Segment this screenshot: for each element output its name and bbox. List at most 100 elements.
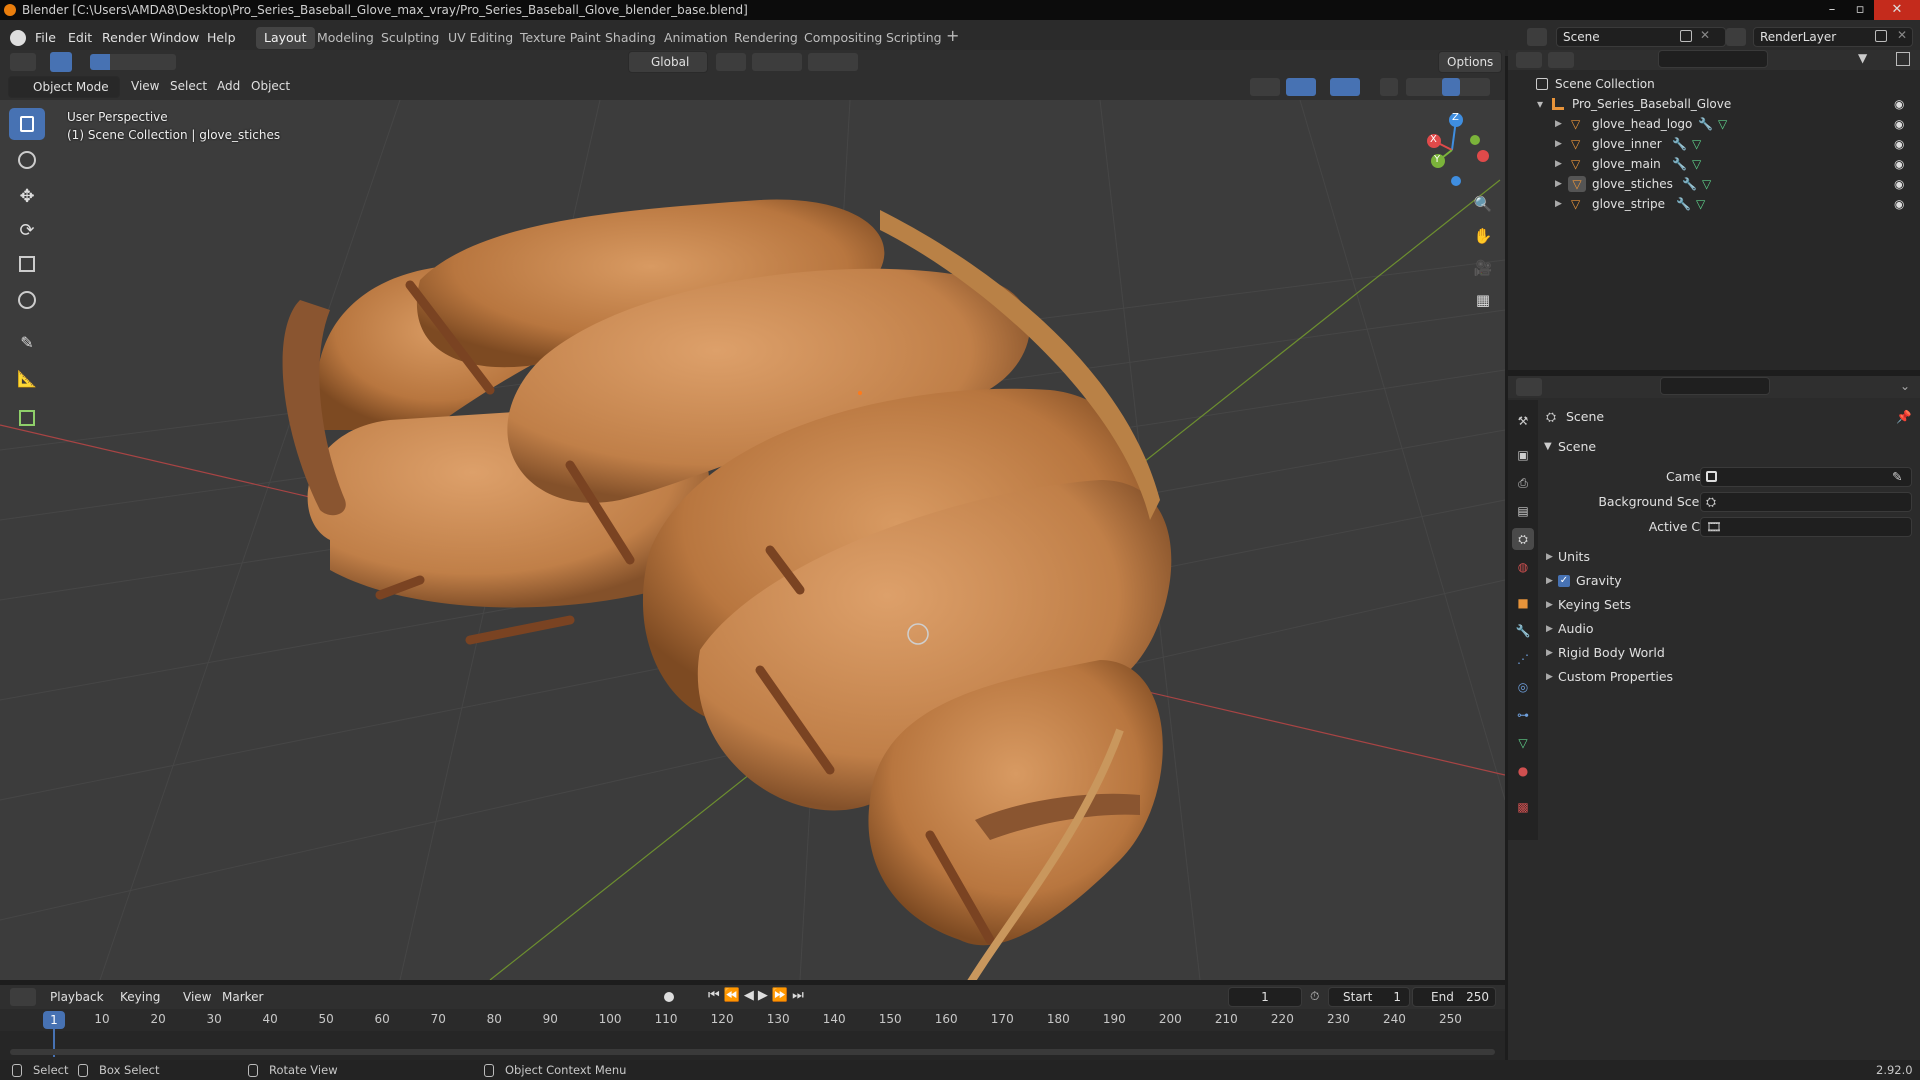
tab-texture-paint[interactable]: Texture Paint <box>512 27 609 49</box>
start-frame-field[interactable]: Start 1 <box>1328 987 1410 1007</box>
xray-icon[interactable] <box>1380 78 1398 96</box>
perspective-toggle-button[interactable]: ▦ <box>1467 286 1499 314</box>
mode-dropdown[interactable]: Object Mode <box>8 76 120 98</box>
properties-editor-type-icon[interactable] <box>1516 378 1542 396</box>
view-layer-icon[interactable] <box>1726 28 1746 46</box>
tab-scene[interactable]: ⛭ <box>1512 528 1534 550</box>
tab-output[interactable]: ⎙ <box>1512 472 1534 494</box>
active-clip-field[interactable] <box>1700 517 1912 537</box>
add-workspace-icon[interactable]: + <box>946 26 959 45</box>
eye-icon[interactable]: ◉ <box>1894 194 1904 214</box>
expand-arrow-icon[interactable]: ▶ <box>1555 174 1562 194</box>
rotate-tool-button[interactable]: ⟳ <box>9 214 45 246</box>
maximize-button[interactable]: ▫ <box>1846 0 1874 20</box>
timeline-menu-view[interactable]: View <box>183 990 211 1004</box>
timeline-menu-playback[interactable]: Playback <box>50 990 104 1004</box>
tab-modeling[interactable]: Modeling <box>309 27 382 49</box>
tab-tool[interactable]: ⚒ <box>1512 410 1534 432</box>
panel-units[interactable]: ▶ Units <box>1540 546 1920 568</box>
delete-view-layer-icon[interactable]: ✕ <box>1897 28 1907 42</box>
menu-edit[interactable]: Edit <box>68 30 92 45</box>
timeline-editor-type-icon[interactable] <box>10 988 36 1006</box>
cursor-tool-button[interactable] <box>9 144 45 176</box>
eye-icon[interactable]: ◉ <box>1894 114 1904 134</box>
tab-particles[interactable]: ⋰ <box>1512 648 1534 670</box>
tab-texture[interactable]: ▩ <box>1512 796 1534 818</box>
tab-object[interactable]: ■ <box>1512 592 1534 614</box>
blender-menu-icon[interactable] <box>10 30 26 46</box>
tab-data[interactable]: ▽ <box>1512 732 1534 754</box>
tweak-tool-button[interactable] <box>9 108 45 140</box>
expand-arrow-icon[interactable]: ▶ <box>1555 114 1562 134</box>
new-view-layer-icon[interactable] <box>1875 30 1887 42</box>
panel-audio[interactable]: ▶ Audio <box>1540 618 1920 640</box>
chevron-down-icon[interactable]: ⌄ <box>1900 379 1910 393</box>
tab-modifiers[interactable]: 🔧 <box>1512 620 1534 642</box>
scene-selector-icon[interactable] <box>1527 28 1547 46</box>
gravity-checkbox[interactable]: ✓ <box>1558 575 1570 587</box>
close-window-button[interactable]: ✕ <box>1874 0 1920 20</box>
tab-physics[interactable]: ◎ <box>1512 676 1534 698</box>
playhead[interactable]: 1 <box>43 1011 65 1029</box>
timeline-scrollbar[interactable] <box>10 1049 1495 1055</box>
selection-mode-icons[interactable] <box>90 54 176 70</box>
end-frame-field[interactable]: End 250 <box>1412 987 1496 1007</box>
current-frame-field[interactable]: 1 <box>1228 987 1302 1007</box>
pivot-point-icon[interactable] <box>716 53 746 71</box>
timeline-menu-marker[interactable]: Marker <box>222 990 263 1004</box>
viewport-menu-view[interactable]: View <box>131 79 159 93</box>
record-icon[interactable] <box>664 992 674 1002</box>
panel-custom-properties[interactable]: ▶ Custom Properties <box>1540 666 1920 688</box>
zoom-button[interactable]: 🔍 <box>1467 190 1499 218</box>
outliner-row-object[interactable]: ▶ ▽ glove_inner 🔧 ▽ ◉ <box>1508 134 1920 154</box>
eye-icon[interactable]: ◉ <box>1894 94 1904 114</box>
tab-layout[interactable]: Layout <box>256 27 315 49</box>
outliner-search-input[interactable] <box>1658 50 1768 68</box>
tab-shading[interactable]: Shading <box>597 27 664 49</box>
editor-type-icon[interactable] <box>10 53 36 71</box>
eyedropper-icon[interactable]: ✎ <box>1892 466 1902 488</box>
3d-viewport[interactable]: ✥ ⟳ ✎ 📐 User Perspective (1) Scene Colle… <box>0 100 1505 980</box>
panel-rigid-body-world[interactable]: ▶ Rigid Body World <box>1540 642 1920 664</box>
viewport-menu-object[interactable]: Object <box>251 79 290 93</box>
filter-icon[interactable]: ▼ <box>1858 51 1867 65</box>
tab-compositing[interactable]: Compositing <box>796 27 890 49</box>
panel-keying-sets[interactable]: ▶ Keying Sets <box>1540 594 1920 616</box>
outliner-row-object[interactable]: ▶ ▽ glove_head_logo 🔧 ▽ ◉ <box>1508 114 1920 134</box>
renderlayer-field[interactable]: RenderLayer <box>1753 27 1913 47</box>
new-collection-icon[interactable] <box>1896 52 1910 66</box>
new-scene-icon[interactable] <box>1680 30 1692 42</box>
delete-scene-icon[interactable]: ✕ <box>1700 28 1710 42</box>
material-preview-icon[interactable] <box>1442 78 1460 96</box>
gizmo-toggle-icon[interactable] <box>1286 78 1316 96</box>
pin-icon[interactable]: 📌 <box>1896 406 1912 428</box>
annotate-tool-button[interactable]: ✎ <box>9 326 45 358</box>
camera-field[interactable] <box>1700 467 1912 487</box>
outliner-row-collection[interactable]: ▾ Pro_Series_Baseball_Glove ◉ <box>1508 94 1920 114</box>
menu-window[interactable]: Window <box>150 30 199 45</box>
expand-arrow-icon[interactable]: ▾ <box>1537 94 1543 114</box>
measure-tool-button[interactable]: 📐 <box>9 362 45 394</box>
outliner-editor-type-icon[interactable] <box>1516 52 1542 68</box>
overlay-toggle-icon[interactable] <box>1330 78 1360 96</box>
tab-sculpting[interactable]: Sculpting <box>373 27 447 49</box>
options-dropdown[interactable]: Options <box>1438 51 1503 73</box>
add-cube-tool-button[interactable] <box>9 402 45 434</box>
properties-search-input[interactable] <box>1660 377 1770 395</box>
tab-uv-editing[interactable]: UV Editing <box>440 27 521 49</box>
outliner-row-object-active[interactable]: ▶ ▽ glove_stiches 🔧 ▽ ◉ <box>1508 174 1920 194</box>
camera-view-button[interactable]: 🎥 <box>1467 254 1499 282</box>
timeline-scrubber[interactable]: 10 20 30 40 50 60 70 80 90 100 110 120 130 140 150 160 1… <box>0 1009 1505 1060</box>
playback-controls[interactable]: ⏮⏪◀▶⏩⏭ <box>708 988 808 1003</box>
transform-tool-button[interactable] <box>9 284 45 316</box>
select-tool-icon[interactable] <box>50 52 72 72</box>
transform-orientation-dropdown[interactable]: Global <box>628 51 708 73</box>
menu-help[interactable]: Help <box>207 30 236 45</box>
eye-icon[interactable]: ◉ <box>1894 174 1904 194</box>
outliner-row-scene-collection[interactable]: Scene Collection <box>1508 74 1920 94</box>
stopwatch-icon[interactable]: ⏱ <box>1310 989 1319 1004</box>
display-mode-icon[interactable] <box>1548 52 1574 68</box>
tab-animation[interactable]: Animation <box>656 27 736 49</box>
eye-icon[interactable]: ◉ <box>1894 154 1904 174</box>
tab-world[interactable]: ◍ <box>1512 556 1534 578</box>
